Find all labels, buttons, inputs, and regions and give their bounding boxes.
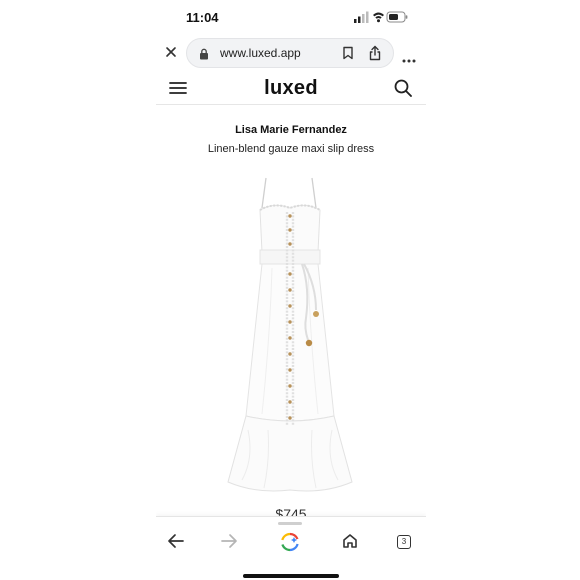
home-icon[interactable]: [342, 533, 358, 554]
lock-icon: [199, 47, 209, 65]
drag-handle[interactable]: [278, 522, 302, 525]
home-indicator: [243, 574, 339, 578]
signal-wifi-battery-icon: [354, 11, 408, 23]
product-name[interactable]: Linen-blend gauze maxi slip dress: [156, 143, 426, 155]
phone-screen: 11:04 www.luxed.app luxed Lisa Marie Fer…: [156, 0, 426, 580]
product-brand[interactable]: Lisa Marie Fernandez: [156, 124, 426, 136]
url-text[interactable]: www.luxed.app: [220, 46, 301, 60]
browser-bottom-bar: 3: [156, 516, 426, 580]
bookmark-icon[interactable]: [342, 46, 354, 65]
status-time: 11:04: [186, 10, 219, 25]
site-logo[interactable]: luxed: [156, 77, 426, 100]
browser-address-row: www.luxed.app: [156, 36, 426, 70]
product-image[interactable]: [224, 168, 358, 508]
tabs-icon[interactable]: 3: [397, 535, 411, 549]
site-header: luxed: [156, 74, 426, 105]
status-bar: 11:04: [156, 0, 426, 34]
back-icon[interactable]: [167, 533, 185, 554]
search-icon[interactable]: [393, 78, 413, 103]
address-bar[interactable]: www.luxed.app: [186, 38, 394, 68]
share-icon[interactable]: [368, 45, 382, 66]
dress-illustration: [227, 177, 353, 492]
close-icon[interactable]: [163, 44, 179, 60]
more-icon[interactable]: [402, 50, 416, 68]
forward-icon[interactable]: [220, 533, 238, 554]
status-icons: [354, 10, 408, 24]
google-assistant-icon[interactable]: [280, 532, 300, 557]
